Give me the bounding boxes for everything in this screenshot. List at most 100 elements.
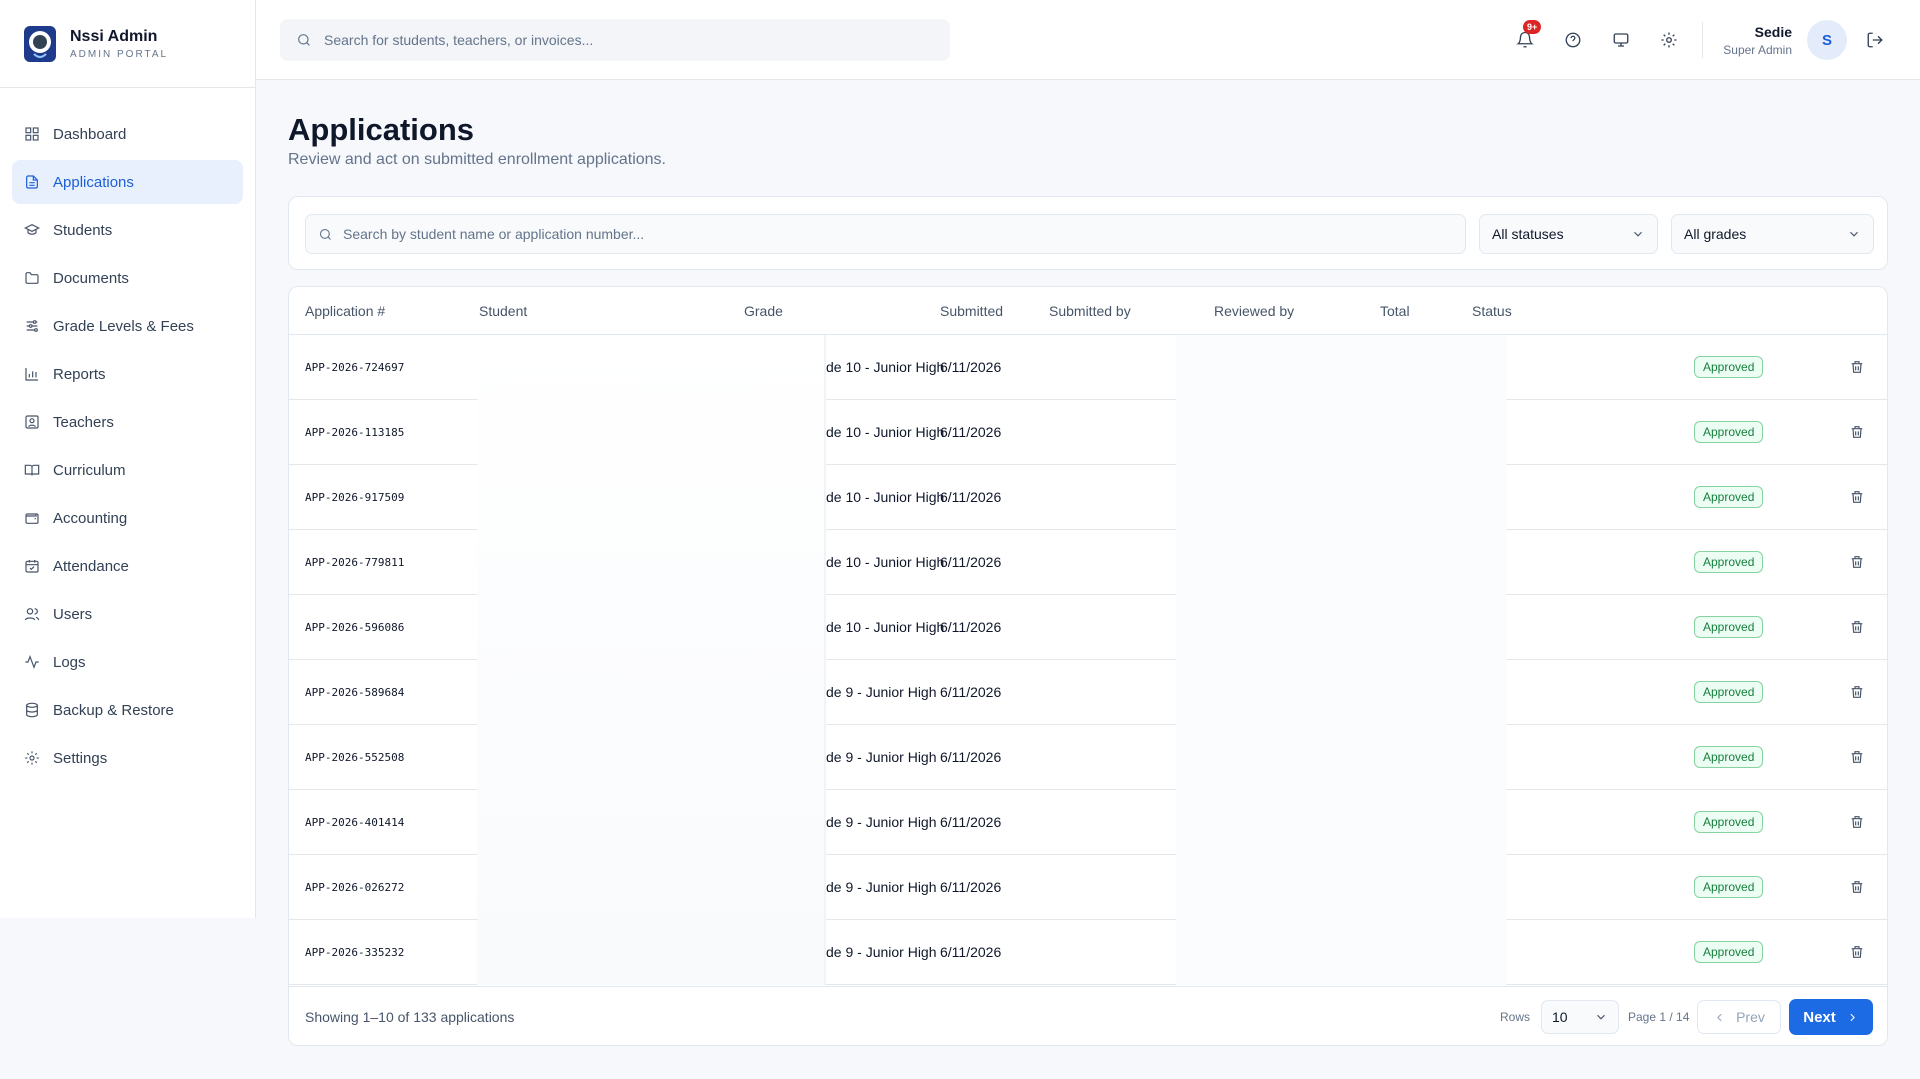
delete-button[interactable]: [1849, 359, 1865, 375]
submitted-date: 6/11/2026: [940, 619, 1002, 635]
user-square-icon: [25, 415, 39, 429]
application-number[interactable]: APP-2026-917509: [305, 491, 404, 504]
help-circle-icon: [1565, 32, 1581, 48]
application-number[interactable]: APP-2026-724697: [305, 361, 404, 374]
grade-cell: de 10 - Junior High: [826, 424, 945, 440]
application-number[interactable]: APP-2026-552508: [305, 751, 404, 764]
delete-button[interactable]: [1849, 619, 1865, 635]
column-header[interactable]: Reviewed by: [1214, 303, 1294, 319]
delete-button[interactable]: [1849, 684, 1865, 700]
application-number[interactable]: APP-2026-779811: [305, 556, 404, 569]
notifications-button[interactable]: 9+: [1513, 20, 1542, 52]
column-header[interactable]: Student: [479, 303, 527, 319]
status-filter-select[interactable]: All statuses: [1479, 214, 1658, 254]
column-header[interactable]: Grade: [744, 303, 783, 319]
redacted-edge: [824, 335, 826, 985]
sliders-icon: [26, 320, 38, 332]
trash-icon: [1851, 556, 1863, 568]
sidebar-item-curriculum[interactable]: Curriculum: [12, 448, 243, 492]
delete-button[interactable]: [1849, 944, 1865, 960]
application-search-input[interactable]: [343, 226, 1443, 242]
trash-icon: [1851, 491, 1863, 503]
sidebar-item-students[interactable]: Students: [12, 208, 243, 252]
sidebar-item-grade-levels-fees[interactable]: Grade Levels & Fees: [12, 304, 243, 348]
grade-cell: de 9 - Junior High: [826, 684, 937, 700]
delete-button[interactable]: [1849, 424, 1865, 440]
prev-label: Prev: [1736, 1009, 1765, 1025]
help-button[interactable]: [1561, 28, 1585, 52]
sidebar-item-logs[interactable]: Logs: [12, 640, 243, 684]
next-page-button[interactable]: Next: [1789, 999, 1873, 1035]
avatar[interactable]: S: [1807, 20, 1847, 60]
global-search[interactable]: [280, 19, 950, 61]
applications-table: Application # Student Grade Submitted Submit…: [288, 286, 1888, 1046]
trash-icon: [1851, 426, 1863, 438]
delete-button[interactable]: [1849, 489, 1865, 505]
grade-filter-select[interactable]: All grades: [1671, 214, 1874, 254]
sidebar-item-label: Logs: [53, 653, 86, 671]
grade-cell: de 9 - Junior High: [826, 814, 937, 830]
sidebar-item-attendance[interactable]: Attendance: [12, 544, 243, 588]
chevron-down-icon: [1597, 1014, 1605, 1020]
application-search[interactable]: [305, 214, 1466, 254]
sidebar-item-label: Teachers: [53, 413, 114, 431]
delete-button[interactable]: [1849, 749, 1865, 765]
chevron-down-icon: [1634, 231, 1642, 237]
sidebar-item-teachers[interactable]: Teachers: [12, 400, 243, 444]
book-icon: [24, 464, 40, 476]
chevron-right-icon: [1850, 1013, 1855, 1021]
application-number[interactable]: APP-2026-335232: [305, 946, 404, 959]
redacted-student-column: [477, 335, 824, 985]
sidebar-item-users[interactable]: Users: [12, 592, 243, 636]
sidebar-item-dashboard[interactable]: Dashboard: [12, 112, 243, 156]
trash-icon: [1851, 621, 1863, 633]
delete-button[interactable]: [1849, 814, 1865, 830]
column-header[interactable]: Application #: [305, 303, 385, 319]
table-header: Application # Student Grade Submitted Submit…: [289, 287, 1887, 335]
column-header[interactable]: Submitted: [940, 303, 1003, 319]
sidebar-item-settings[interactable]: Settings: [12, 736, 243, 780]
sidebar-item-label: Documents: [53, 269, 129, 287]
delete-button[interactable]: [1849, 879, 1865, 895]
column-header[interactable]: Submitted by: [1049, 303, 1131, 319]
logout-button[interactable]: [1863, 28, 1887, 52]
graduation-cap-icon: [24, 223, 40, 235]
status-badge: Approved: [1694, 941, 1764, 963]
table-footer: Showing 1–10 of 133 applications Rows 10…: [289, 986, 1887, 1045]
application-number[interactable]: APP-2026-401414: [305, 816, 404, 829]
brand-title: Nssi Admin: [70, 27, 158, 45]
sidebar-item-applications[interactable]: Applications: [12, 160, 243, 204]
column-header[interactable]: Total: [1380, 303, 1410, 319]
sidebar-item-documents[interactable]: Documents: [12, 256, 243, 300]
settings-button[interactable]: [1657, 28, 1681, 52]
filter-bar: All statuses All grades: [288, 196, 1888, 270]
wallet-icon: [25, 513, 39, 524]
logout-icon: [1867, 32, 1883, 48]
activity-icon: [25, 654, 39, 670]
sidebar-item-accounting[interactable]: Accounting: [12, 496, 243, 540]
delete-button[interactable]: [1849, 554, 1865, 570]
sidebar-item-label: Accounting: [53, 509, 128, 527]
application-number[interactable]: APP-2026-596086: [305, 621, 404, 634]
status-badge: Approved: [1694, 681, 1764, 703]
global-search-input[interactable]: [324, 32, 924, 48]
bar-chart-icon: [25, 368, 38, 381]
application-number[interactable]: APP-2026-026272: [305, 881, 404, 894]
sidebar-item-reports[interactable]: Reports: [12, 352, 243, 396]
submitted-date: 6/11/2026: [940, 944, 1002, 960]
status-badge: Approved: [1694, 356, 1764, 378]
sidebar: Nssi Admin ADMIN PORTAL Dashboard Applic…: [0, 0, 256, 918]
column-header[interactable]: Status: [1472, 303, 1512, 319]
display-button[interactable]: [1609, 28, 1633, 52]
status-badge: Approved: [1694, 486, 1764, 508]
application-number[interactable]: APP-2026-589684: [305, 686, 404, 699]
rows-per-page-value: 10: [1552, 1009, 1568, 1025]
prev-page-button[interactable]: Prev: [1697, 1000, 1781, 1034]
submitted-date: 6/11/2026: [940, 424, 1002, 440]
application-number[interactable]: APP-2026-113185: [305, 426, 404, 439]
folder-icon: [25, 272, 39, 284]
monitor-icon: [1613, 33, 1629, 47]
rows-per-page-select[interactable]: 10: [1541, 1000, 1619, 1034]
trash-icon: [1851, 686, 1863, 698]
sidebar-item-backup-restore[interactable]: Backup & Restore: [12, 688, 243, 732]
